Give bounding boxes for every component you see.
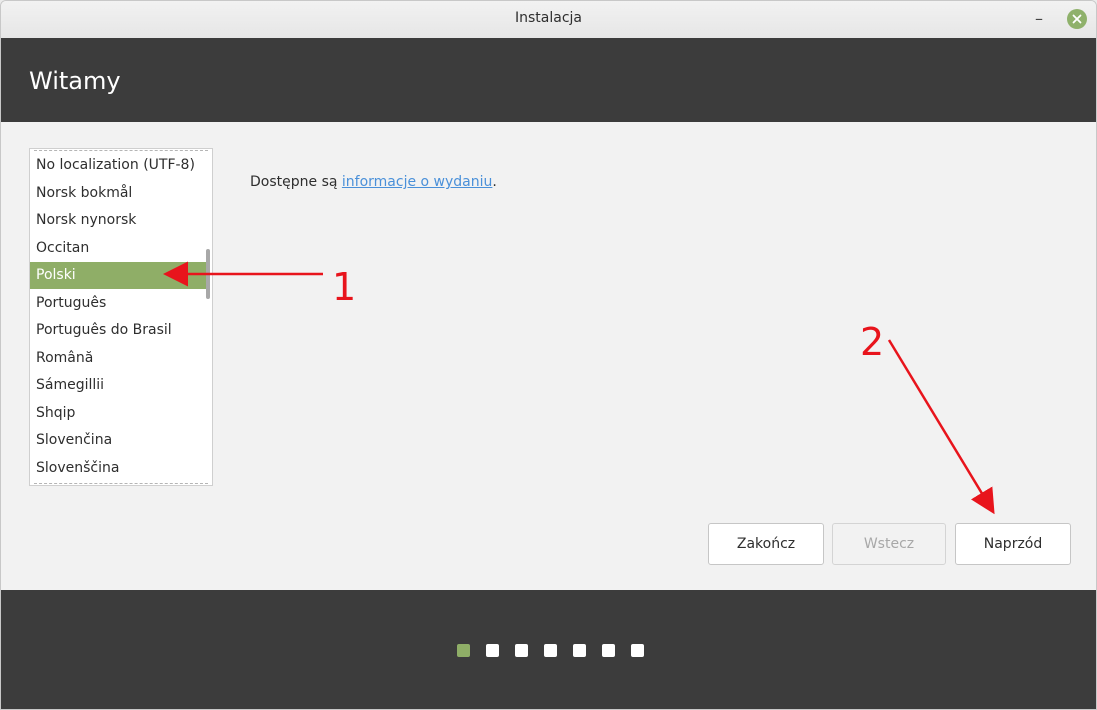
language-item[interactable]: Polski <box>30 262 206 289</box>
language-item[interactable]: Norsk nynorsk <box>30 207 206 234</box>
language-item[interactable]: Norsk bokmål <box>30 180 206 207</box>
language-item[interactable]: Slovenčina <box>30 427 206 454</box>
page-title: Witamy <box>29 67 121 95</box>
forward-button[interactable]: Naprzód <box>955 523 1071 565</box>
minimize-button[interactable]: – <box>1031 9 1047 29</box>
language-item[interactable]: No localization (UTF-8) <box>30 152 206 179</box>
list-bottom-divider <box>34 483 208 484</box>
language-item[interactable]: Português <box>30 290 206 317</box>
language-item[interactable]: Română <box>30 345 206 372</box>
page-header: Witamy <box>1 38 1096 122</box>
window-title: Instalacja <box>515 10 582 26</box>
language-list-scrollbar[interactable] <box>206 249 210 299</box>
progress-step-dot <box>602 644 615 657</box>
language-item[interactable]: Slovenščina <box>30 455 206 482</box>
release-notes-suffix: . <box>492 174 497 190</box>
quit-button[interactable]: Zakończ <box>708 523 824 565</box>
title-bar[interactable]: Instalacja – <box>1 1 1096 39</box>
close-button[interactable] <box>1067 9 1087 29</box>
progress-step-dot <box>573 644 586 657</box>
progress-step-dot <box>631 644 644 657</box>
release-notes-text: Dostępne są informacje o wydaniu. <box>250 174 497 190</box>
progress-step-dot <box>486 644 499 657</box>
list-top-divider <box>34 150 208 151</box>
release-notes-prefix: Dostępne są <box>250 174 342 190</box>
main-content: No localization (UTF-8) Norsk bokmål Norsk… <box>1 122 1096 590</box>
progress-step-dot <box>544 644 557 657</box>
progress-step-dot <box>515 644 528 657</box>
minimize-icon: – <box>1035 9 1043 28</box>
back-button[interactable]: Wstecz <box>832 523 946 565</box>
language-item[interactable]: Português do Brasil <box>30 317 206 344</box>
language-item[interactable]: Shqip <box>30 400 206 427</box>
language-item[interactable]: Sámegillii <box>30 372 206 399</box>
installer-window: Instalacja – Witamy No localization (UTF… <box>0 0 1097 710</box>
close-icon <box>1072 14 1082 24</box>
progress-step-dot <box>457 644 470 657</box>
release-notes-link[interactable]: informacje o wydaniu <box>342 174 493 190</box>
language-item[interactable]: Occitan <box>30 235 206 262</box>
language-list[interactable]: No localization (UTF-8) Norsk bokmål Norsk… <box>29 148 213 486</box>
progress-footer <box>1 590 1096 709</box>
